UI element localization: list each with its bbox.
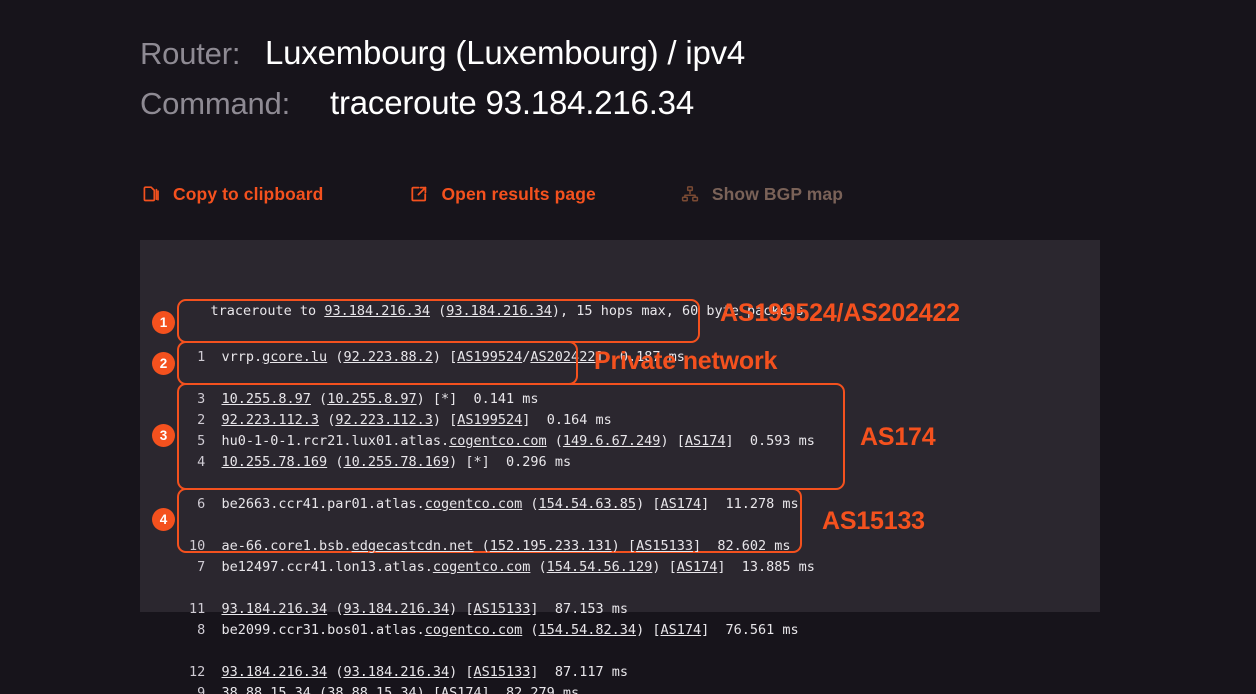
- annotation-badge-1: 1: [152, 311, 175, 334]
- hop-ip-link[interactable]: 93.184.216.34: [343, 664, 449, 680]
- command-label: Command:: [140, 86, 291, 121]
- hop-rtt: 87.153 ms: [554, 601, 628, 617]
- annotation-note-4: AS15133: [822, 507, 925, 535]
- hop-ip-link[interactable]: 149.6.67.249: [563, 433, 661, 449]
- sitemap-icon: [679, 183, 701, 205]
- action-bar: Copy to clipboard Open results page Show…: [140, 183, 843, 205]
- hop-number: 5: [189, 433, 222, 449]
- hop-host-prefix: hu0-1-0-1.rcr21.lux01.atlas.: [221, 433, 450, 449]
- hop-row: 11 93.184.216.34 (93.184.216.34) [AS1513…: [189, 599, 790, 620]
- hop-row: 12 93.184.216.34 (93.184.216.34) [AS1513…: [189, 662, 790, 683]
- hop-number: 10: [189, 538, 222, 554]
- hop-ip-link[interactable]: 152.195.233.131: [490, 538, 612, 554]
- hop-number: 12: [189, 664, 222, 680]
- hop-paren-open: (: [327, 601, 344, 617]
- hop-asn-link[interactable]: AS15133: [636, 538, 693, 554]
- hop-host-link[interactable]: cogentco.com: [449, 433, 547, 449]
- copy-icon: [140, 183, 162, 205]
- command-row: Command: traceroute 93.184.216.34: [140, 84, 745, 134]
- open-results-page-label: Open results page: [441, 183, 596, 204]
- hop-row: 5 hu0-1-0-1.rcr21.lux01.atlas.cogentco.c…: [189, 431, 833, 452]
- hop-rtt: 0.593 ms: [749, 433, 815, 449]
- hop-group-2: 3 10.255.8.97 (10.255.8.97) [*] 0.141 ms…: [177, 341, 578, 470]
- annotation-badge-4: 4: [152, 508, 175, 531]
- router-row: Router: Luxembourg (Luxembourg) / ipv4: [140, 34, 745, 84]
- hop-bracket-close: ]: [530, 664, 555, 680]
- hop-rtt: 82.602 ms: [717, 538, 791, 554]
- annotation-badge-3: 3: [152, 424, 175, 447]
- hop-paren-close: ) [: [449, 664, 474, 680]
- hop-host-link[interactable]: 93.184.216.34: [222, 601, 328, 617]
- open-results-page-button[interactable]: Open results page: [408, 183, 596, 205]
- copy-to-clipboard-button[interactable]: Copy to clipboard: [140, 183, 323, 205]
- hop-bracket-close: ]: [692, 538, 718, 554]
- hop-paren-open: (: [546, 433, 563, 449]
- command-value: traceroute 93.184.216.34: [330, 84, 694, 121]
- hop-group-1: 1 vrrp.gcore.lu (92.223.88.2) [AS199524/…: [177, 299, 700, 428]
- copy-to-clipboard-label: Copy to clipboard: [173, 183, 324, 204]
- hop-asn-link[interactable]: AS15133: [474, 664, 531, 680]
- external-link-icon: [408, 183, 430, 205]
- hop-group-4: 10 ae-66.core1.bsb.edgecastcdn.net (152.…: [177, 488, 802, 680]
- show-bgp-map-label: Show BGP map: [711, 183, 844, 204]
- hop-paren-close: ) [: [660, 433, 685, 449]
- router-value: Luxembourg (Luxembourg) / ipv4: [265, 34, 746, 71]
- show-bgp-map-button[interactable]: Show BGP map: [679, 183, 843, 205]
- hop-ip-link[interactable]: 93.184.216.34: [343, 601, 449, 617]
- hop-asn-link[interactable]: AS15133: [474, 601, 531, 617]
- page-header: Router: Luxembourg (Luxembourg) / ipv4 C…: [140, 34, 745, 134]
- hop-paren-open: (: [327, 664, 344, 680]
- hop-rtt: 87.117 ms: [554, 664, 628, 680]
- hop-paren-close: ) [: [611, 538, 637, 554]
- hop-row: 10 ae-66.core1.bsb.edgecastcdn.net (152.…: [189, 536, 791, 557]
- hop-bracket-close: ]: [725, 433, 750, 449]
- hop-group-4-lines: 10 ae-66.core1.bsb.edgecastcdn.net (152.…: [189, 494, 791, 694]
- hop-number: 11: [189, 601, 222, 617]
- annotation-note-1: AS199524/AS202422: [720, 299, 960, 327]
- hop-group-3: 5 hu0-1-0-1.rcr21.lux01.atlas.cogentco.c…: [177, 383, 845, 694]
- router-label: Router:: [140, 36, 241, 71]
- annotation-note-3: AS174: [860, 423, 936, 451]
- hop-host-prefix: ae-66.core1.bsb.: [221, 538, 352, 554]
- hop-paren-close: ) [: [449, 601, 474, 617]
- traceroute-results-page: Router: Luxembourg (Luxembourg) / ipv4 C…: [0, 0, 1256, 694]
- hop-host-link[interactable]: edgecastcdn.net: [352, 538, 474, 554]
- hop-asn-link[interactable]: AS174: [685, 433, 726, 449]
- annotation-note-2: Private network: [594, 347, 778, 375]
- annotation-badge-2: 2: [152, 352, 175, 375]
- hop-bracket-close: ]: [530, 601, 555, 617]
- hop-paren-open: (: [473, 538, 490, 554]
- hop-host-link[interactable]: 93.184.216.34: [222, 664, 328, 680]
